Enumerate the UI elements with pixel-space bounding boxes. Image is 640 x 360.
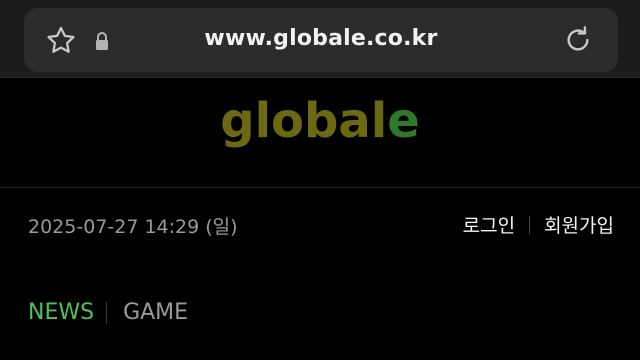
reload-icon[interactable] [562,24,594,56]
nav-item-news[interactable]: NEWS [28,300,94,325]
login-link[interactable]: 로그인 [463,211,515,238]
logo-accent-text: e [387,93,420,149]
browser-toolbar: www.globale.co.kr [0,0,640,78]
site-logo[interactable]: globale [0,93,640,149]
address-bar[interactable]: www.globale.co.kr [24,8,618,72]
url-text[interactable]: www.globale.co.kr [24,26,618,51]
auth-links: 로그인 회원가입 [463,211,614,238]
signup-link[interactable]: 회원가입 [544,211,614,238]
category-nav: NEWS GAME [28,300,188,325]
logo-main-text: global [220,93,388,149]
auth-divider [529,215,531,234]
site-header: globale [0,79,640,188]
nav-divider [106,301,108,324]
nav-item-game[interactable]: GAME [123,300,188,325]
current-datetime: 2025-07-27 14:29 (일) [28,216,238,238]
